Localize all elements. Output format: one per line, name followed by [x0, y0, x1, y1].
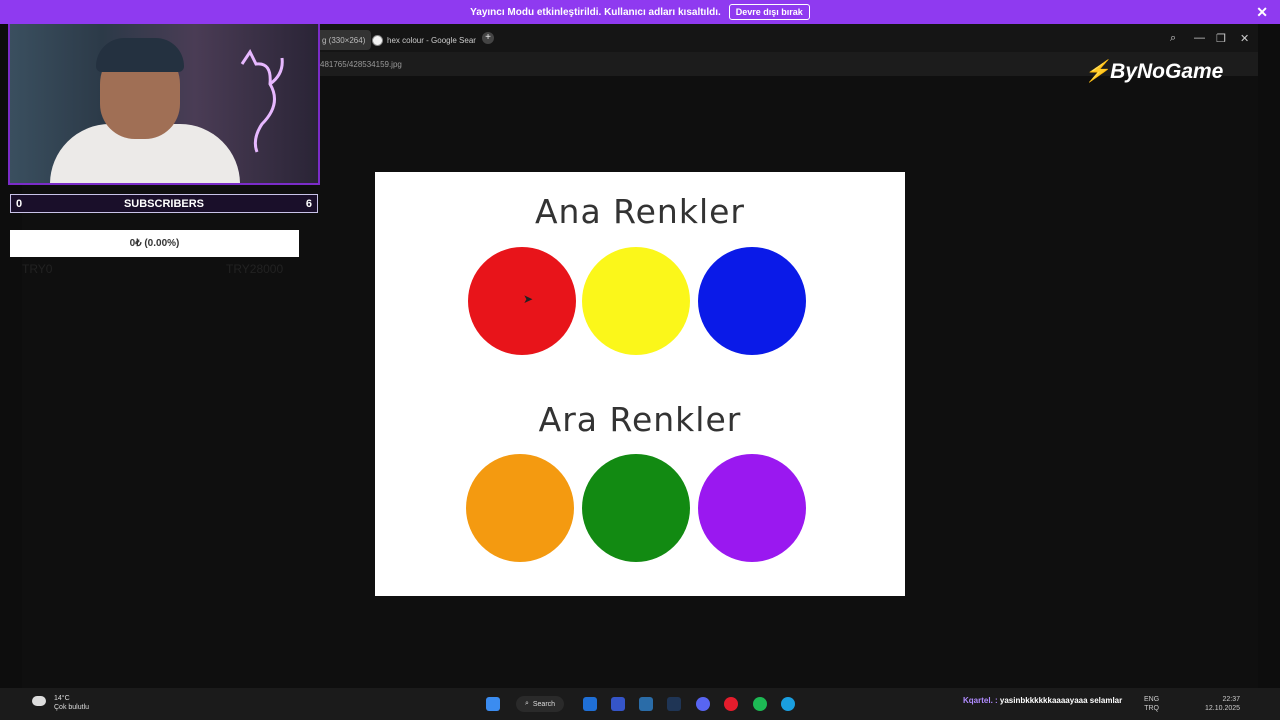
donation-goal: 0₺ (0.00%): [10, 230, 299, 257]
banner-close-icon[interactable]: ✕: [1256, 4, 1268, 21]
streamer-mode-banner: Yayıncı Modu etkinleştirildi. Kullanıcı …: [0, 0, 1280, 24]
address-text: 481765/428534159.jpg: [320, 60, 402, 69]
streamer-cap: [96, 38, 184, 72]
weather-text: Çok bulutlu: [54, 704, 90, 711]
taskbar: 14°C Çok bulutlu ⌕ Search Kqartel. : yas…: [0, 688, 1280, 720]
tab-image[interactable]: g (330×264): [316, 30, 372, 50]
outlook-icon[interactable]: [583, 697, 597, 711]
spotify-icon[interactable]: [753, 697, 767, 711]
red-circle: [468, 247, 576, 355]
logo-text: ByNoGame: [1110, 60, 1224, 83]
mouse-cursor-icon: ➤: [523, 292, 534, 306]
minimize-icon[interactable]: —: [1194, 32, 1205, 44]
green-circle: [582, 454, 690, 562]
purple-circle: [698, 454, 806, 562]
app-icon[interactable]: [611, 697, 625, 711]
cloud-icon: [32, 696, 46, 706]
clock-date: 12.10.2025: [1205, 705, 1241, 712]
primary-colors-title: Ana Renkler: [534, 192, 745, 231]
chat-text: yasinbkkkkkkaaaayaaa selamlar: [999, 696, 1123, 705]
yellow-circle: [582, 247, 690, 355]
goal-max: TRY28000: [226, 262, 284, 276]
orange-circle: [466, 454, 574, 562]
new-tab-button[interactable]: +: [482, 32, 494, 44]
opera-icon[interactable]: [724, 697, 738, 711]
neon-cat-sign: [240, 49, 284, 153]
subscriber-bar: 0 SUBSCRIBERS 6: [10, 194, 318, 213]
lang-bottom: TRQ: [1144, 705, 1159, 712]
webcam-feed: [8, 12, 320, 185]
weather-widget[interactable]: 14°C Çok bulutlu: [32, 694, 90, 712]
temperature: 14°C: [54, 695, 70, 702]
language-indicator[interactable]: ENG TRQ: [1144, 695, 1159, 713]
search-icon: ⌕: [524, 700, 529, 707]
bynogame-logo: ⚡ByNoGame: [1084, 60, 1223, 84]
bynogame-icon: ⚡: [1084, 60, 1111, 83]
browser-icon[interactable]: [781, 697, 795, 711]
steam-icon[interactable]: [667, 697, 681, 711]
blue-circle: [698, 247, 806, 355]
tab-google-search[interactable]: hex colour - Google Sear: [366, 30, 482, 50]
tab-label: hex colour - Google Sear: [387, 35, 476, 45]
lang-top: ENG: [1144, 696, 1160, 703]
clock[interactable]: 22:37 12.10.2025: [1205, 695, 1240, 713]
goal-min: TRY0: [22, 262, 53, 276]
chat-message: Kqartel. : yasinbkkkkkkaaaayaaa selamlar: [963, 696, 1122, 705]
secondary-colors-title: Ara Renkler: [538, 400, 742, 439]
search-icon[interactable]: ⌕: [1170, 32, 1176, 45]
disable-button[interactable]: Devre dışı bırak: [728, 4, 810, 20]
windows-start-icon[interactable]: [486, 697, 500, 711]
taskbar-search[interactable]: ⌕ Search: [516, 696, 564, 712]
clock-time: 22:37: [1222, 696, 1241, 703]
subs-goal: 6: [305, 198, 312, 210]
restore-icon[interactable]: ❐: [1216, 32, 1226, 45]
tab-label: g (330×264): [322, 35, 366, 45]
chat-username: Kqartel. :: [963, 696, 998, 705]
close-icon[interactable]: ✕: [1240, 32, 1249, 45]
discord-icon[interactable]: [696, 697, 710, 711]
banner-message: Yayıncı Modu etkinleştirildi. Kullanıcı …: [470, 6, 721, 18]
subs-label: SUBSCRIBERS: [123, 198, 205, 210]
color-image: Ana Renkler ➤ Ara Renkler: [375, 172, 905, 596]
google-icon: [372, 34, 383, 46]
search-label: Search: [532, 700, 556, 708]
explorer-icon[interactable]: [639, 697, 653, 711]
